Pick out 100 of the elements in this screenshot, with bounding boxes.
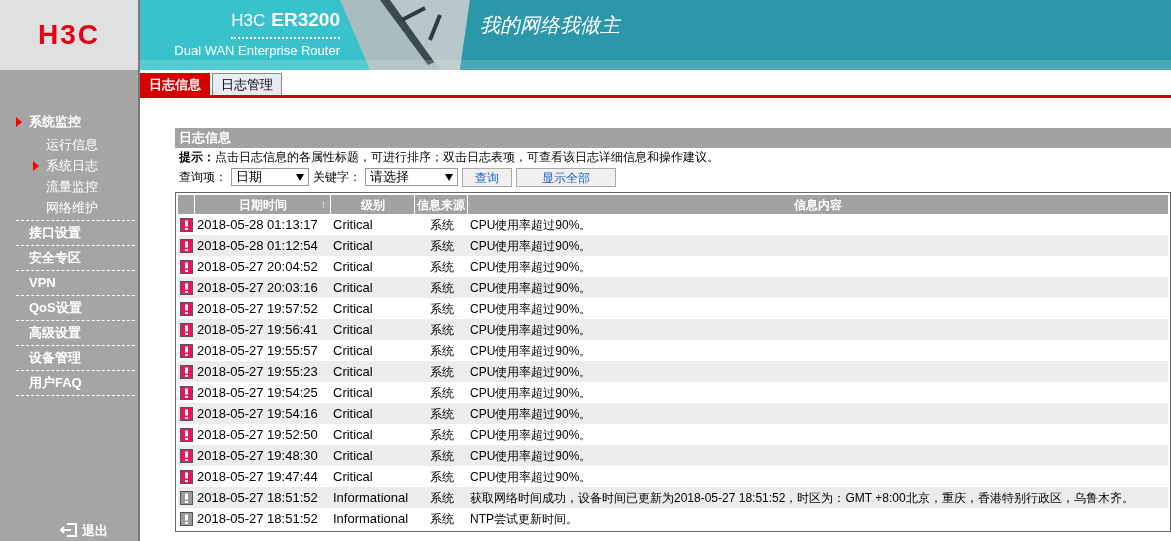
warning-icon xyxy=(180,511,193,526)
level-cell-text: Informational xyxy=(332,509,410,528)
message-cell-text: CPU使用率超过90%。 xyxy=(469,468,593,486)
time-cell-text: 2018-05-27 19:52:50 xyxy=(196,425,319,444)
message-cell-text: NTP尝试更新时间。 xyxy=(469,510,579,528)
logo: H3C xyxy=(38,18,100,52)
message-cell-text: 获取网络时间成功，设备时间已更新为2018-05-27 18:51:52，时区为：GMT +8:00北京，重庆，香港特别行政区，乌鲁木齐。 xyxy=(469,489,1135,507)
source-cell-text: 系统 xyxy=(428,510,455,528)
keyword-label: 关键字： xyxy=(313,169,361,186)
message-cell-text: CPU使用率超过90%。 xyxy=(469,321,593,339)
time-cell-text: 2018-05-27 19:56:41 xyxy=(196,320,319,339)
log-row[interactable]: 2018-05-28 01:12:54 Critical 系统 CPU使用率超过90%。 xyxy=(178,235,1168,256)
level-cell-text: Critical xyxy=(332,362,374,381)
warning-icon xyxy=(180,301,193,316)
message-cell-text: CPU使用率超过90%。 xyxy=(469,384,593,402)
level-cell-text: Critical xyxy=(332,215,374,234)
source-cell-text: 系统 xyxy=(428,363,455,381)
time-cell-text: 2018-05-27 19:57:52 xyxy=(196,299,319,318)
level-cell-text: Critical xyxy=(332,404,374,423)
warning-icon xyxy=(180,385,193,400)
message-cell-text: CPU使用率超过90%。 xyxy=(469,237,593,255)
source-cell-text: 系统 xyxy=(428,468,455,486)
slogan: 我的网络我做主 xyxy=(480,12,620,39)
log-row[interactable]: 2018-05-27 19:56:41 Critical 系统 CPU使用率超过90%。 xyxy=(178,319,1168,340)
level-cell-text: Critical xyxy=(332,299,374,318)
source-cell-text: 系统 xyxy=(428,300,455,318)
message-cell-text: CPU使用率超过90%。 xyxy=(469,258,593,276)
level-cell-text: Critical xyxy=(332,257,374,276)
level-cell-text: Critical xyxy=(332,320,374,339)
source-cell-text: 系统 xyxy=(428,342,455,360)
model-name: ER3200 xyxy=(271,8,340,32)
warning-icon xyxy=(180,217,193,232)
time-cell-text: 2018-05-27 19:48:30 xyxy=(196,446,319,465)
source-cell-text: 系统 xyxy=(428,258,455,276)
warning-icon xyxy=(180,364,193,379)
source-cell-text: 系统 xyxy=(428,384,455,402)
time-cell-text: 2018-05-27 19:47:44 xyxy=(196,467,319,486)
tab[interactable]: 日志管理 xyxy=(212,73,282,95)
dropdown-caret-icon xyxy=(296,173,304,181)
warning-icon xyxy=(180,238,193,253)
level-cell-text: Critical xyxy=(332,341,374,360)
hint-text: 提示：点击日志信息的各属性标题，可进行排序；双击日志表项，可查看该日志详细信息和操作建议。 xyxy=(178,149,720,166)
time-cell-text: 2018-05-27 18:51:52 xyxy=(196,488,319,507)
warning-icon xyxy=(180,490,193,505)
log-row[interactable]: 2018-05-27 19:54:16 Critical 系统 CPU使用率超过90%。 xyxy=(178,403,1168,424)
keyword-select[interactable]: 请选择 xyxy=(365,168,458,186)
message-cell-text: CPU使用率超过90%。 xyxy=(469,426,593,444)
warning-icon xyxy=(180,280,193,295)
warning-icon xyxy=(180,406,193,421)
message-cell-text: CPU使用率超过90%。 xyxy=(469,405,593,423)
tab[interactable]: 日志信息 xyxy=(140,73,210,95)
source-cell-text: 系统 xyxy=(428,279,455,297)
log-row[interactable]: 2018-05-27 20:03:16 Critical 系统 CPU使用率超过90%。 xyxy=(178,277,1168,298)
time-cell-text: 2018-05-27 20:03:16 xyxy=(196,278,319,297)
time-cell-text: 2018-05-28 01:13:17 xyxy=(196,215,319,234)
query-label: 查询项： xyxy=(179,169,227,186)
warning-icon xyxy=(180,427,193,442)
warning-icon xyxy=(180,448,193,463)
search-button[interactable]: 查询 xyxy=(462,167,512,187)
source-cell-text: 系统 xyxy=(428,216,455,234)
time-cell-text: 2018-05-27 19:54:16 xyxy=(196,404,319,423)
time-cell-text: 2018-05-27 19:55:57 xyxy=(196,341,319,360)
level-cell-text: Critical xyxy=(332,236,374,255)
message-cell-text: CPU使用率超过90%。 xyxy=(469,279,593,297)
product-subtitle: Dual WAN Enterprise Router xyxy=(174,41,340,60)
dropdown-caret-icon xyxy=(445,173,453,181)
time-cell-text: 2018-05-28 01:12:54 xyxy=(196,236,319,255)
message-cell-text: CPU使用率超过90%。 xyxy=(469,300,593,318)
brand-name: H3C xyxy=(231,10,266,32)
source-cell-text: 系统 xyxy=(428,321,455,339)
source-cell-text: 系统 xyxy=(428,447,455,465)
log-row[interactable]: 2018-05-27 19:55:23 Critical 系统 CPU使用率超过90%。 xyxy=(178,361,1168,382)
message-cell-text: CPU使用率超过90%。 xyxy=(469,342,593,360)
warning-icon xyxy=(180,259,193,274)
time-cell-text: 2018-05-27 18:51:52 xyxy=(196,509,319,528)
level-cell-text: Critical xyxy=(332,446,374,465)
log-row[interactable]: 2018-05-27 19:48:30 Critical 系统 CPU使用率超过90%。 xyxy=(178,445,1168,466)
source-cell-text: 系统 xyxy=(428,426,455,444)
message-cell-text: CPU使用率超过90%。 xyxy=(469,216,593,234)
logout-icon[interactable] xyxy=(60,523,78,538)
show-all-button[interactable]: 显示全部 xyxy=(516,167,616,187)
time-cell-text: 2018-05-27 19:55:23 xyxy=(196,362,319,381)
time-cell-text: 2018-05-27 19:54:25 xyxy=(196,383,319,402)
query-select[interactable]: 日期 xyxy=(231,168,309,186)
source-cell-text: 系统 xyxy=(428,405,455,423)
level-cell-text: Critical xyxy=(332,383,374,402)
level-cell-text: Critical xyxy=(332,278,374,297)
log-row[interactable]: 2018-05-27 18:51:52 Informational 系统 获取网络时间成功，设备时间已更新为2018-05-27 18:51:52，时区为：GMT +8:00北京，重庆，香港特别行政区，乌鲁木齐。 xyxy=(178,487,1168,508)
warning-icon xyxy=(180,322,193,337)
source-cell-text: 系统 xyxy=(428,489,455,507)
sort-indicator: ↑ xyxy=(321,198,326,212)
message-cell-text: CPU使用率超过90%。 xyxy=(469,363,593,381)
warning-icon xyxy=(180,469,193,484)
panel-title: 日志信息 xyxy=(179,129,231,148)
warning-icon xyxy=(180,343,193,358)
level-cell-text: Critical xyxy=(332,425,374,444)
time-cell-text: 2018-05-27 20:04:52 xyxy=(196,257,319,276)
source-cell-text: 系统 xyxy=(428,237,455,255)
message-cell-text: CPU使用率超过90%。 xyxy=(469,447,593,465)
level-cell-text: Informational xyxy=(332,488,410,507)
